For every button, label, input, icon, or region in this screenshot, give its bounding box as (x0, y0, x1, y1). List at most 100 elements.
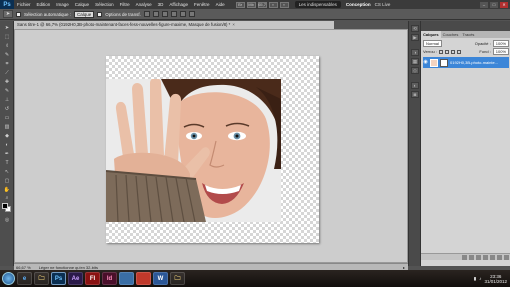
menu-edition[interactable]: Edition (34, 2, 54, 7)
marquee-tool-icon[interactable]: ⬚ (3, 34, 11, 40)
align-left-icon[interactable] (170, 11, 177, 17)
document-window[interactable] (14, 29, 408, 263)
foreground-color-swatch[interactable] (2, 203, 8, 209)
lock-position-icon[interactable] (451, 49, 456, 54)
healing-brush-tool-icon[interactable]: ✚ (3, 79, 11, 85)
taskbar-flash-icon[interactable]: Fl (85, 272, 100, 285)
pen-tool-icon[interactable]: ✒ (3, 151, 11, 157)
layer-name[interactable]: 0192H0,3B-photo-mainte... (450, 60, 498, 65)
menu-affichage[interactable]: Affichage (166, 2, 191, 7)
color-panel-icon[interactable]: ◑ (411, 49, 419, 56)
align-right-icon[interactable] (188, 11, 195, 17)
maximize-icon[interactable]: □ (490, 1, 498, 8)
layer-image-woman-photo[interactable] (106, 79, 281, 222)
lock-transparency-icon[interactable] (439, 49, 444, 54)
history-panel-icon[interactable]: ⟲ (411, 25, 419, 32)
layer-row[interactable]: ◉ 0192H0,3B-photo-mainte... (423, 57, 509, 68)
bridge-icon[interactable]: Br (235, 1, 245, 8)
quick-select-tool-icon[interactable]: ✎ (3, 52, 11, 58)
adjustments-panel-icon[interactable]: ◐ (411, 82, 419, 89)
eyedropper-tool-icon[interactable]: ⟋ (3, 70, 11, 76)
opacity-field[interactable]: 100% (492, 40, 509, 47)
gradient-tool-icon[interactable]: ▥ (3, 124, 11, 130)
link-layers-icon[interactable] (462, 254, 467, 260)
taskbar-folder-icon[interactable]: 🗀 (170, 272, 185, 285)
start-button[interactable] (2, 272, 15, 285)
path-select-tool-icon[interactable]: ↖ (3, 169, 11, 175)
taskbar-app-icon[interactable] (119, 272, 134, 285)
menu-3d[interactable]: 3D (155, 2, 167, 7)
layer-style-icon[interactable] (469, 254, 474, 260)
quick-mask-icon[interactable]: ◎ (3, 217, 11, 223)
menu-filtre[interactable]: Filtre (117, 2, 133, 7)
lock-all-icon[interactable] (457, 49, 462, 54)
tray-network-icon[interactable]: ▮ (474, 276, 476, 282)
tab-calques[interactable]: Calques (421, 31, 441, 38)
menu-image[interactable]: Image (53, 2, 72, 7)
taskbar-app-icon[interactable] (136, 272, 151, 285)
cs-live-button[interactable]: CS Live (375, 2, 391, 7)
align-top-icon[interactable] (143, 11, 150, 17)
transform-controls-checkbox[interactable] (97, 11, 103, 17)
close-document-icon[interactable]: × (232, 22, 235, 27)
new-layer-icon[interactable] (497, 254, 502, 260)
taskbar-indesign-icon[interactable]: Id (102, 272, 117, 285)
eraser-tool-icon[interactable]: ▭ (3, 115, 11, 121)
taskbar-explorer-icon[interactable]: 🗀 (34, 272, 49, 285)
lasso-tool-icon[interactable]: ℓ (3, 43, 11, 49)
clone-stamp-tool-icon[interactable]: ⊥ (3, 97, 11, 103)
status-menu-arrow-icon[interactable]: ▸ (403, 265, 405, 270)
zoom-level-field[interactable]: 66,67 % (16, 265, 31, 270)
workspace-design-button[interactable]: Conception (346, 2, 371, 7)
tray-volume-icon[interactable]: ♪ (479, 276, 481, 281)
blur-tool-icon[interactable]: ◆ (3, 133, 11, 139)
taskbar-aftereffects-icon[interactable]: Ae (68, 272, 83, 285)
history-brush-tool-icon[interactable]: ↺ (3, 106, 11, 112)
crop-tool-icon[interactable]: ⌗ (3, 61, 11, 67)
auto-select-dropdown[interactable]: Calque (74, 10, 95, 18)
menu-fichier[interactable]: Fichier (14, 2, 34, 7)
close-icon[interactable]: ✕ (500, 1, 508, 8)
adjustment-layer-icon[interactable] (483, 254, 488, 260)
tab-couches[interactable]: Couches (441, 31, 461, 38)
eye-icon[interactable]: ◉ (423, 60, 428, 65)
tab-traces[interactable]: Tracés (460, 31, 476, 38)
styles-panel-icon[interactable]: ◇ (411, 67, 419, 74)
menu-analyse[interactable]: Analyse (133, 2, 155, 7)
align-center-icon[interactable] (179, 11, 186, 17)
type-tool-icon[interactable]: T (3, 160, 11, 166)
zoom-tool-icon[interactable]: ⌕ (3, 195, 11, 201)
fill-field[interactable]: 100% (492, 48, 509, 55)
dodge-tool-icon[interactable]: ◐ (3, 142, 11, 148)
shape-tool-icon[interactable]: ▢ (3, 178, 11, 184)
hand-tool-icon[interactable]: ✋ (3, 187, 11, 193)
blend-mode-dropdown[interactable]: Normal (423, 40, 442, 47)
add-mask-icon[interactable] (476, 254, 481, 260)
document-tab[interactable]: Sans titre-1 @ 66,7% (0192H0,3B-photo-ma… (14, 21, 334, 29)
taskbar-word-icon[interactable]: W (153, 272, 168, 285)
brush-tool-icon[interactable]: ✎ (3, 88, 11, 94)
taskbar-ie-icon[interactable]: e (17, 272, 32, 285)
screen-mode-icon[interactable]: ▪ (279, 1, 289, 8)
auto-select-checkbox[interactable] (16, 11, 21, 17)
move-tool-icon[interactable]: ➤ (3, 10, 13, 18)
minimize-icon[interactable]: – (480, 1, 488, 8)
masks-panel-icon[interactable]: ◙ (411, 91, 419, 98)
minibridge-icon[interactable]: Mb (246, 1, 256, 8)
align-middle-icon[interactable] (152, 11, 159, 17)
menu-aide[interactable]: Aide (213, 2, 228, 7)
align-bottom-icon[interactable] (161, 11, 168, 17)
taskbar-photoshop-icon[interactable]: Ps (51, 272, 66, 285)
move-tool-icon[interactable]: ➤ (3, 25, 11, 31)
arrange-icon[interactable]: ▪ (268, 1, 278, 8)
actions-panel-icon[interactable]: ▶ (411, 34, 419, 41)
trash-icon[interactable] (504, 254, 509, 260)
clock[interactable]: 23:36 31/01/2012 (484, 274, 507, 284)
swatches-panel-icon[interactable]: ▦ (411, 58, 419, 65)
workspace-essentials-button[interactable]: Les indispensables (294, 1, 341, 8)
menu-selection[interactable]: Sélection (92, 2, 117, 7)
new-group-icon[interactable] (490, 254, 495, 260)
lock-pixels-icon[interactable] (445, 49, 450, 54)
layer-mask-thumbnail[interactable] (440, 58, 448, 67)
menu-calque[interactable]: Calque (72, 2, 92, 7)
